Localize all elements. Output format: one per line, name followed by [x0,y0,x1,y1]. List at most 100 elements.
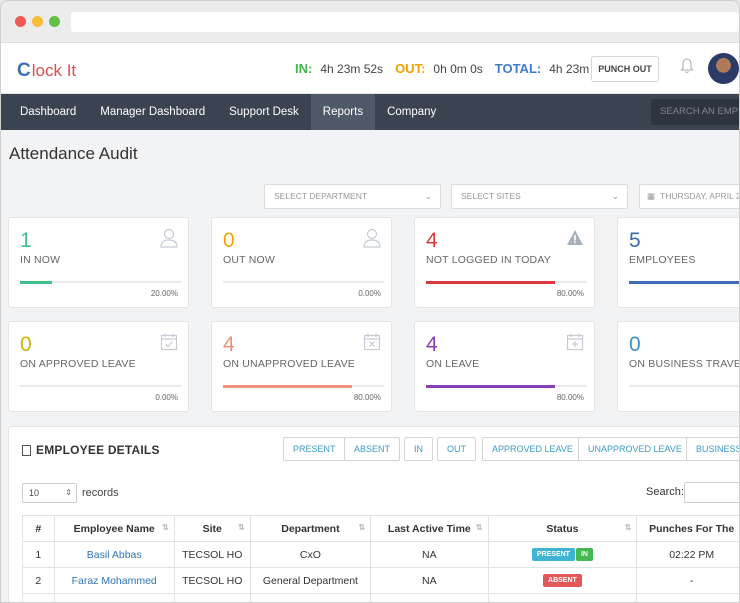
stat-card-business-travel[interactable]: 0 ON BUSINESS TRAVEL [617,321,739,412]
col-label: Last Active Time [387,522,471,535]
stat-label: ON LEAVE [426,358,480,370]
progress-fill [20,280,53,284]
sort-icon: ⇅ [237,523,245,532]
sort-icon: ⇅ [162,523,169,532]
employee-name-link[interactable]: Faraz Mohammed [53,567,175,594]
stat-number: 4 [426,229,438,252]
col-status[interactable]: Status ⇅ [487,515,638,542]
col-last-active[interactable]: Last Active Time ⇅ [370,515,489,542]
table-row[interactable]: 2 Faraz Mohammed TECSOL HO General Depar… [22,567,739,594]
stat-number: 5 [629,229,641,252]
maximize-window-button[interactable] [49,16,60,27]
stat-percent: 0.00% [155,393,178,402]
chevron-down-icon: ⌄ [611,191,619,201]
in-label: IN: [295,61,313,76]
stat-card-approved-leave[interactable]: 0 ON APPROVED LEAVE 0.00% [8,321,189,412]
close-window-button[interactable] [15,16,26,27]
progress-track [426,384,587,388]
stat-percent: 80.00% [556,289,584,298]
sort-icon: ⇅ [358,523,366,532]
stat-card-employees[interactable]: 5 EMPLOYEES [617,217,739,308]
sites-select-label: SELECT SITES [461,191,521,201]
cell-status: PRESENT IN [487,541,638,568]
filter-in-button[interactable]: IN [404,437,433,461]
stat-label: NOT LOGGED IN TODAY [426,254,551,266]
progress-track [20,385,181,387]
filter-present-button[interactable]: PRESENT [283,437,346,461]
filter-absent-button[interactable]: ABSENT [344,437,401,461]
nav-dashboard[interactable]: Dashboard [1,94,88,130]
stat-number: 1 [20,229,32,252]
time-counters: IN: 4h 23m 52s OUT: 0h 0m 0s TOTAL: 4h 2… [295,61,624,76]
main-nav: Dashboard Manager Dashboard Support Desk… [1,94,739,130]
col-department[interactable]: Department ⇅ [249,515,372,542]
table-search-input[interactable] [684,482,739,503]
stat-number: 0 [223,229,235,252]
stat-card-not-logged-in[interactable]: 4 NOT LOGGED IN TODAY 80.00% [414,217,595,308]
sites-select[interactable]: SELECT SITES ⌄ [451,184,628,209]
stat-card-on-leave[interactable]: 4 ON LEAVE 80.00% [414,321,595,412]
col-punches[interactable]: Punches For The [636,515,739,542]
filter-out-button[interactable]: OUT [437,437,476,461]
panel-title-text: EMPLOYEE DETAILS [36,443,160,457]
cell-punches: - [636,567,739,594]
filter-unapproved-leave-button[interactable]: UNAPPROVED LEAVE [578,437,692,461]
sort-icon: ⇅ [624,523,632,532]
stat-percent: 20.00% [150,289,178,298]
nav-support-desk[interactable]: Support Desk [217,94,311,130]
cell-department [249,593,372,602]
user-icon [160,228,178,248]
chevron-down-icon: ⌄ [424,191,432,201]
progress-track [223,384,384,388]
nav-company[interactable]: Company [375,94,448,130]
page-length-control: 10 ⇕ records [22,483,119,503]
department-select[interactable]: SELECT DEPARTMENT ⌄ [264,184,441,209]
stat-label: ON APPROVED LEAVE [20,358,136,370]
filter-business-travel-button[interactable]: BUSINESS T [686,437,739,461]
bell-icon[interactable] [680,58,694,74]
logo-text: lock It [31,61,77,80]
table-header-row: # Employee Name ⇅ Site ⇅ Department ⇅ Last … [22,515,739,542]
calendar-check-icon [160,333,178,351]
punch-out-button[interactable]: PUNCH OUT [591,56,659,82]
stat-card-in-now[interactable]: 1 IN NOW 20.00% [8,217,189,308]
date-picker[interactable]: ▦ THURSDAY, APRIL 2 [639,184,740,209]
col-label: Employee Name [73,522,155,535]
stat-card-out-now[interactable]: 0 OUT NOW 0.00% [211,217,392,308]
browser-chrome [1,1,739,43]
col-label: Status [546,522,579,535]
in-value: 4h 23m 52s [320,61,384,76]
cell-status [487,593,638,602]
progress-track [20,280,181,284]
page-length-select[interactable]: 10 ⇕ [22,483,77,503]
stat-label: ON UNAPPROVED LEAVE [223,358,355,370]
cell-last-active: NA [370,567,489,594]
calendar-x-icon [363,333,381,351]
nav-manager-dashboard[interactable]: Manager Dashboard [88,94,217,130]
col-employee-name[interactable]: Employee Name ⇅ [53,515,175,542]
date-label: THURSDAY, APRIL 2 [660,191,740,201]
stat-label: OUT NOW [223,254,275,266]
document-icon [22,444,31,456]
stat-card-unapproved-leave[interactable]: 4 ON UNAPPROVED LEAVE 80.00% [211,321,392,412]
calendar-plus-icon [566,333,584,351]
cell-site [173,593,251,602]
minimize-window-button[interactable] [32,16,43,27]
nav-reports[interactable]: Reports [310,94,376,130]
table-row[interactable] [22,593,739,602]
filter-approved-leave-button[interactable]: APPROVED LEAVE [482,437,583,461]
progress-fill [223,384,352,388]
total-label: TOTAL: [494,61,542,76]
progress-track [629,280,739,284]
employee-search-input[interactable]: SEARCH AN EMPLOYEE [651,99,739,125]
employee-name-link[interactable]: Basil Abbas [53,541,175,568]
employee-details-panel: EMPLOYEE DETAILS PRESENT ABSENT IN OUT A… [8,426,739,602]
user-avatar[interactable] [708,53,739,84]
col-site[interactable]: Site ⇅ [173,515,251,542]
status-badge: ABSENT [543,574,582,587]
table-row[interactable]: 1 Basil Abbas TECSOL HO CxO NA PRESENT IN… [22,541,739,568]
address-bar[interactable] [71,12,739,32]
col-number[interactable]: # [22,515,55,542]
progress-fill [426,280,555,284]
app-logo[interactable]: Clock It [17,60,76,82]
